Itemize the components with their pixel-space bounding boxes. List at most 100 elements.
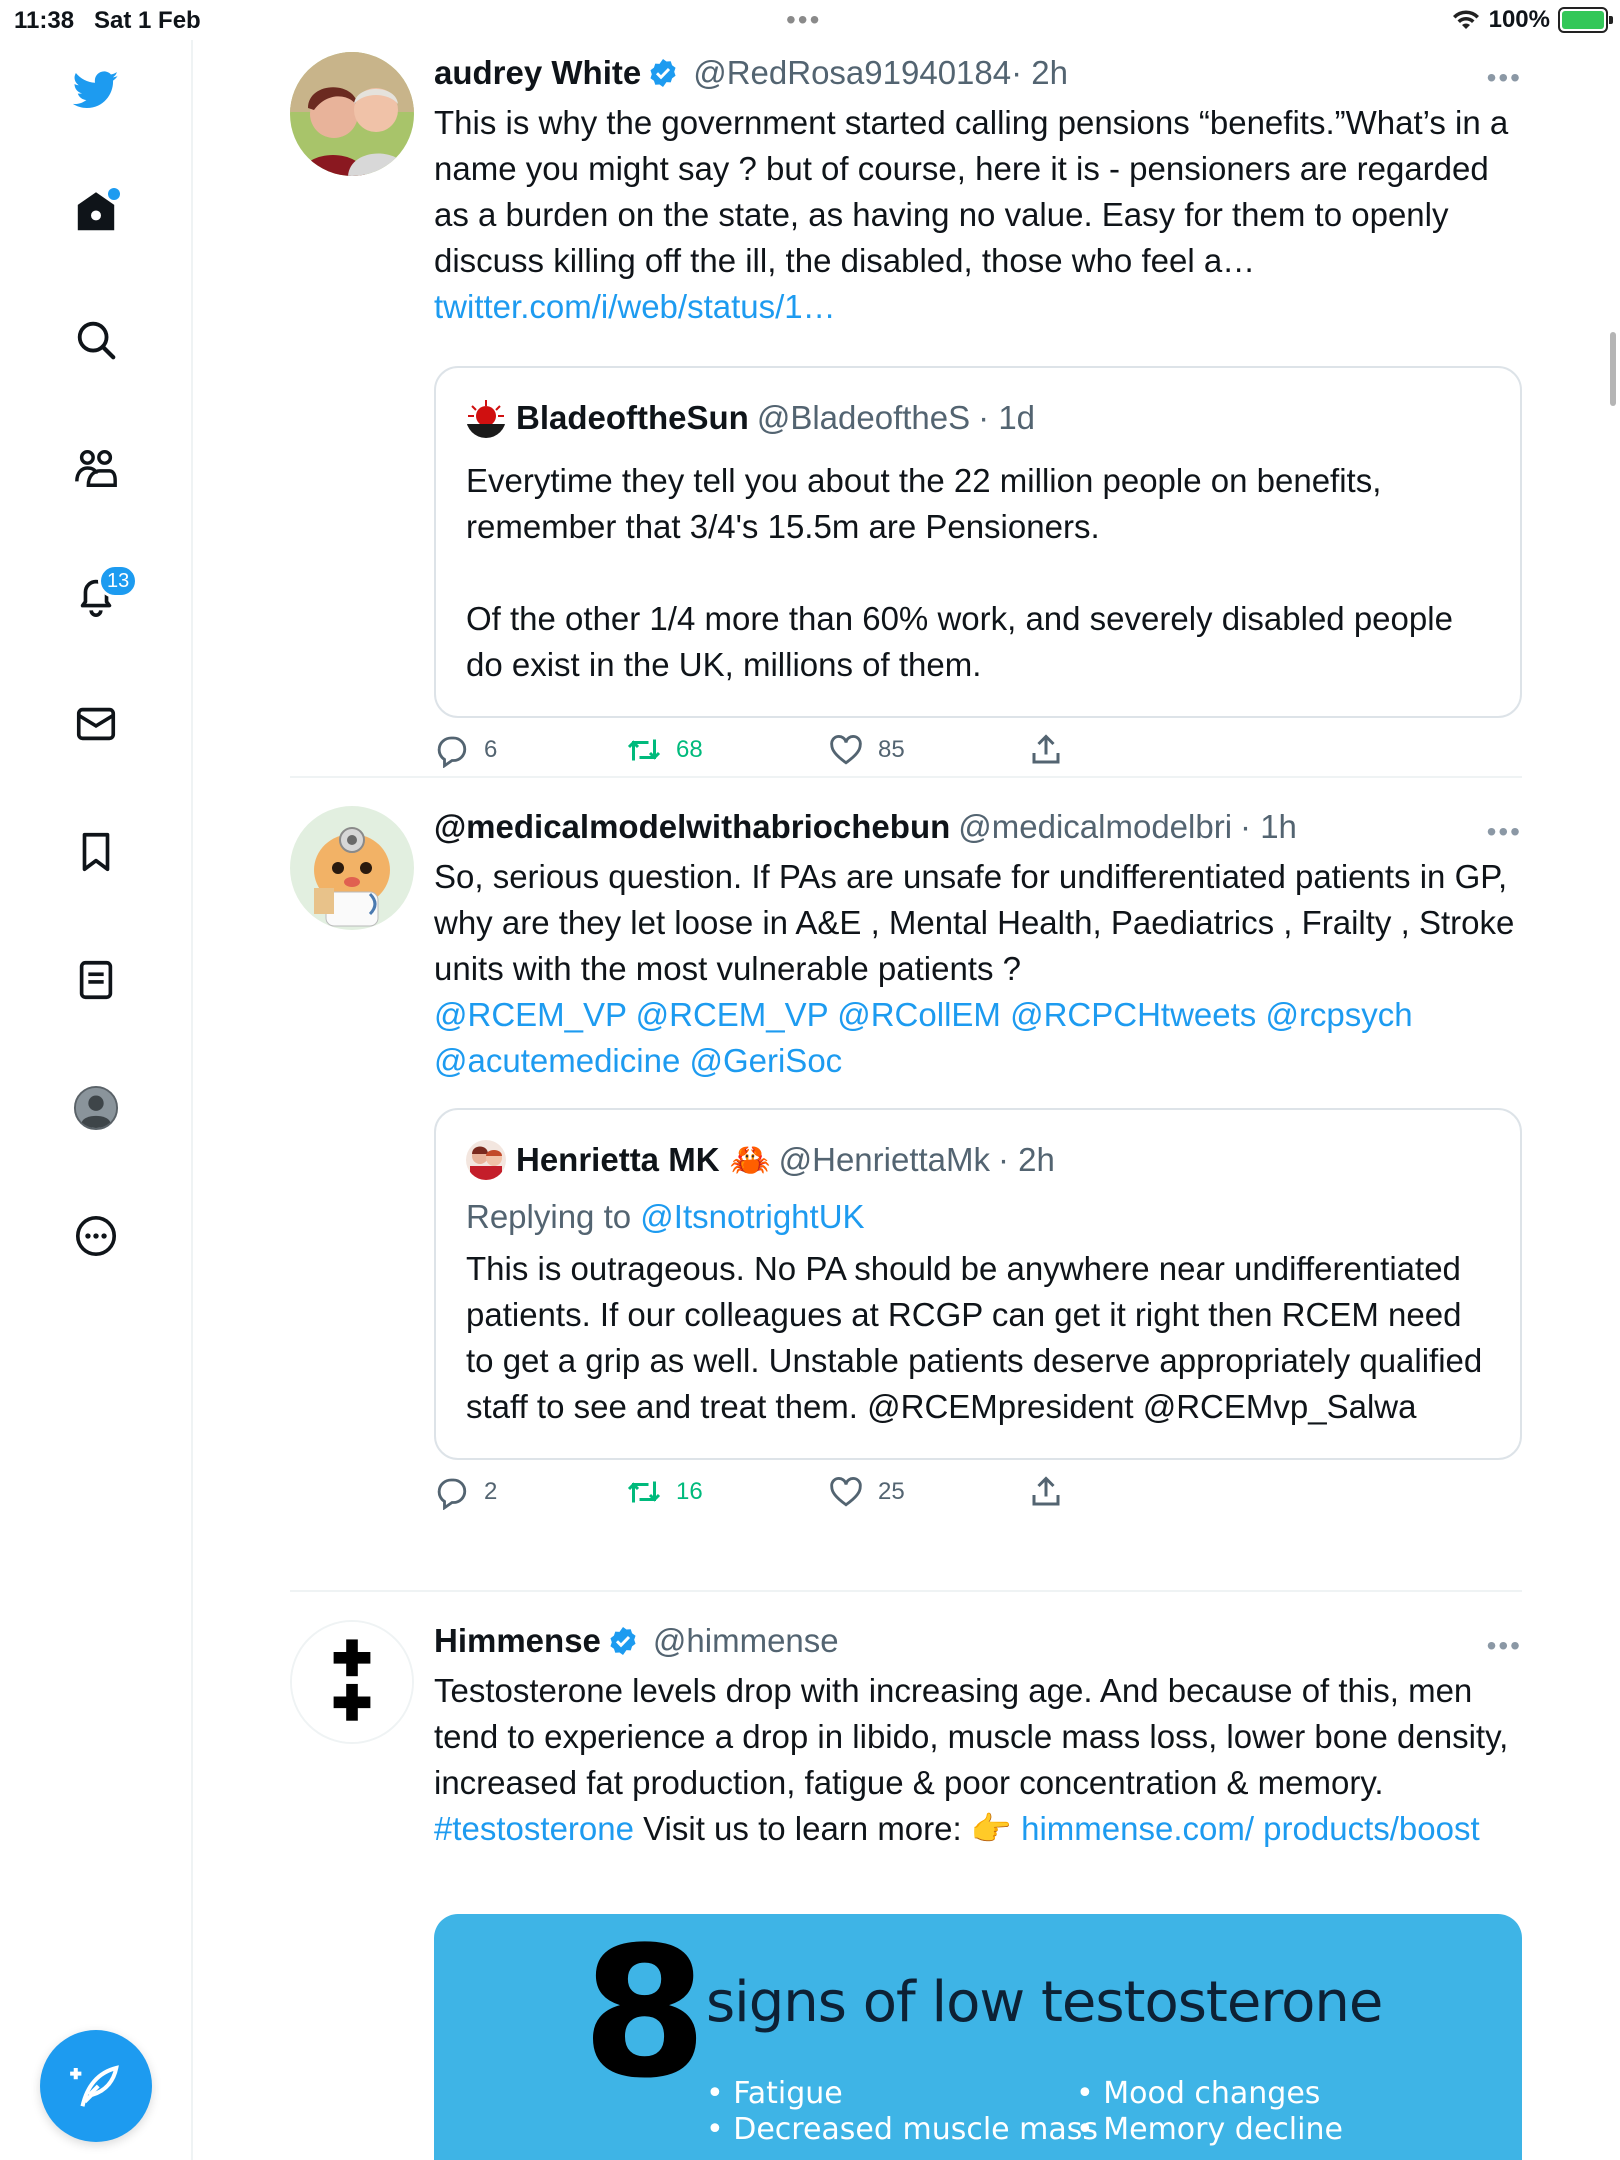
tweet-divider bbox=[290, 776, 1522, 778]
tweet-text-body: Testosterone levels drop with increasing… bbox=[434, 1672, 1509, 1801]
reply-count: 2 bbox=[484, 1478, 498, 1505]
notification-count-badge: 13 bbox=[98, 564, 139, 598]
search-icon[interactable] bbox=[64, 308, 128, 372]
quoted-timestamp: · 2h bbox=[998, 1141, 1055, 1178]
home-icon[interactable] bbox=[64, 180, 128, 244]
quoted-tweet[interactable]: BladeoftheSun @BladeoftheS · 1d Everytim… bbox=[434, 366, 1522, 718]
hashtag-link[interactable]: #testosterone bbox=[434, 1810, 634, 1847]
promo-image[interactable]: 8 signs of low testosterone • Fatigue • … bbox=[434, 1914, 1522, 2160]
quoted-author-name[interactable]: Henrietta MK bbox=[516, 1141, 720, 1179]
promo-list-left: • Fatigue • Decreased muscle mass bbox=[706, 2076, 1099, 2147]
share-icon bbox=[1032, 734, 1060, 764]
share-button[interactable] bbox=[1028, 732, 1064, 768]
share-button[interactable] bbox=[1028, 1474, 1064, 1510]
notifications-icon[interactable]: 13 bbox=[64, 564, 139, 628]
tweet-text: This is why the government started calli… bbox=[434, 100, 1522, 330]
quoted-author-handle[interactable]: @BladeoftheS bbox=[757, 399, 970, 437]
promo-item: Decreased muscle mass bbox=[733, 2112, 1099, 2147]
tweet-actions: 6 68 85 bbox=[434, 732, 1522, 792]
tweet-link[interactable]: twitter.com/i/web/status/1… bbox=[434, 288, 836, 325]
replying-label: Replying to bbox=[466, 1198, 632, 1235]
website-link[interactable]: himmense.com/ products/boost bbox=[1021, 1810, 1480, 1847]
retweet-icon bbox=[627, 1481, 661, 1503]
like-count: 25 bbox=[878, 1478, 905, 1505]
reply-button[interactable]: 2 bbox=[434, 1474, 497, 1510]
tweet-text-body: This is why the government started calli… bbox=[434, 104, 1509, 279]
retweet-icon bbox=[627, 739, 661, 761]
profile-icon[interactable] bbox=[64, 1076, 128, 1140]
retweet-button[interactable]: 68 bbox=[626, 732, 703, 768]
tweet-actions: 2 16 25 bbox=[434, 1474, 1522, 1534]
like-button[interactable]: 25 bbox=[828, 1474, 905, 1510]
quoted-text: This is outrageous. No PA should be anyw… bbox=[466, 1250, 1483, 1425]
status-indicators: 100% bbox=[1451, 6, 1613, 34]
more-options-icon[interactable]: ••• bbox=[1487, 62, 1522, 94]
timestamp[interactable]: · 1h bbox=[1240, 808, 1297, 846]
replying-to: Replying to @ItsnotrightUK bbox=[466, 1198, 1490, 1236]
replying-to-handle[interactable]: @ItsnotrightUK bbox=[640, 1198, 864, 1235]
promo-number: 8 bbox=[582, 1914, 708, 2118]
quoted-text-2: Of the other 1/4 more than 60% work, and… bbox=[466, 600, 1453, 683]
reply-count: 6 bbox=[484, 736, 498, 763]
author-name[interactable]: audrey White bbox=[434, 54, 641, 92]
crab-emoji: 🦀 bbox=[729, 1140, 771, 1178]
like-button[interactable]: 85 bbox=[828, 732, 905, 768]
heart-icon bbox=[830, 1476, 862, 1507]
quoted-avatar[interactable] bbox=[466, 398, 506, 438]
verified-badge-icon bbox=[650, 59, 676, 87]
retweet-count: 16 bbox=[676, 1478, 703, 1505]
quoted-avatar[interactable] bbox=[466, 1140, 506, 1180]
author-handle[interactable]: @himmense bbox=[653, 1622, 839, 1660]
avatar[interactable] bbox=[290, 1620, 414, 1744]
status-bar: 11:38 Sat 1 Feb ••• 100% bbox=[0, 0, 1620, 40]
twitter-logo-icon[interactable] bbox=[64, 58, 128, 122]
author-name[interactable]: @medicalmodelwithabriochebun bbox=[434, 808, 950, 846]
like-count: 85 bbox=[878, 736, 905, 763]
lists-icon[interactable] bbox=[64, 948, 128, 1012]
promo-item: Memory decline bbox=[1103, 2112, 1343, 2147]
promo-list-right: • Mood changes • Memory decline bbox=[1076, 2076, 1343, 2147]
reply-icon bbox=[437, 736, 467, 768]
scrollbar[interactable] bbox=[1610, 332, 1616, 406]
author-name[interactable]: Himmense bbox=[434, 1622, 601, 1660]
heart-icon bbox=[830, 734, 862, 765]
new-items-dot bbox=[108, 188, 120, 200]
date: Sat 1 Feb bbox=[94, 7, 201, 34]
bookmarks-icon[interactable] bbox=[64, 820, 128, 884]
multitasking-dots-icon[interactable]: ••• bbox=[786, 4, 821, 36]
promo-item: Mood changes bbox=[1103, 2076, 1321, 2111]
quoted-timestamp: · 1d bbox=[978, 399, 1036, 436]
reply-button[interactable]: 6 bbox=[434, 732, 497, 768]
tweet-text: So, serious question. If PAs are unsafe … bbox=[434, 854, 1522, 1084]
author-handle[interactable]: @RedRosa91940184 bbox=[693, 54, 1011, 92]
tweet-text-body: So, serious question. If PAs are unsafe … bbox=[434, 858, 1515, 987]
timestamp[interactable]: · 2h bbox=[1011, 54, 1068, 92]
sidebar: 13 bbox=[0, 40, 193, 2160]
communities-icon[interactable] bbox=[64, 436, 128, 500]
avatar[interactable] bbox=[290, 806, 414, 930]
more-icon[interactable] bbox=[64, 1204, 128, 1268]
promo-item: Fatigue bbox=[733, 2076, 843, 2111]
quoted-author-name[interactable]: BladeoftheSun bbox=[516, 399, 749, 437]
quoted-tweet[interactable]: Henrietta MK 🦀 @HenriettaMk · 2h Replyin… bbox=[434, 1108, 1522, 1460]
retweet-button[interactable]: 16 bbox=[626, 1474, 703, 1510]
author-handle[interactable]: @medicalmodelbri bbox=[958, 808, 1232, 846]
promo-title: signs of low testosterone bbox=[706, 1970, 1383, 2035]
compose-tweet-button[interactable] bbox=[40, 2030, 152, 2142]
tweet-mentions[interactable]: @RCEM_VP @RCEM_VP @RCollEM @RCPCHtweets … bbox=[434, 996, 1413, 1079]
messages-icon[interactable] bbox=[64, 692, 128, 756]
battery-percent: 100% bbox=[1488, 6, 1550, 33]
battery-icon bbox=[1558, 7, 1613, 33]
wifi-icon bbox=[1452, 10, 1479, 29]
tweet-text: Testosterone levels drop with increasing… bbox=[434, 1668, 1522, 1852]
quoted-author-handle[interactable]: @HenriettaMk bbox=[779, 1141, 990, 1179]
share-icon bbox=[1032, 1476, 1060, 1506]
tweet-text-cta: Visit us to learn more: 👉 bbox=[643, 1810, 1012, 1847]
quoted-text-1: Everytime they tell you about the 22 mil… bbox=[466, 462, 1382, 545]
more-options-icon[interactable]: ••• bbox=[1487, 1630, 1522, 1662]
more-options-icon[interactable]: ••• bbox=[1487, 816, 1522, 848]
clock: 11:38 bbox=[14, 7, 75, 34]
retweet-count: 68 bbox=[676, 736, 703, 763]
avatar[interactable] bbox=[290, 52, 414, 176]
tweet-divider bbox=[290, 1590, 1522, 1592]
